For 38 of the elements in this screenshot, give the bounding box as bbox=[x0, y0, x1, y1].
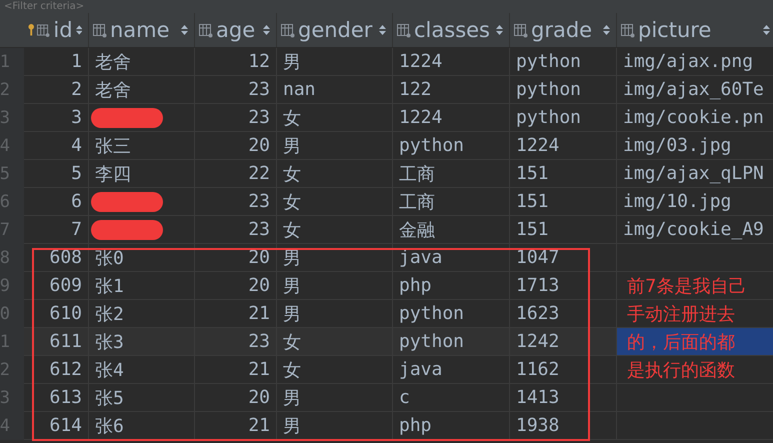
table-column-icon bbox=[199, 22, 213, 38]
table-column-icon bbox=[93, 22, 107, 38]
column-label: name bbox=[110, 18, 170, 42]
table-column-icon bbox=[514, 22, 528, 38]
table-cell: php bbox=[393, 412, 510, 440]
sort-icon[interactable] bbox=[76, 25, 82, 35]
column-label: classes bbox=[414, 18, 490, 42]
column-header[interactable]: classes bbox=[393, 13, 510, 47]
column-label: gender bbox=[298, 18, 372, 42]
column-header[interactable]: picture bbox=[617, 13, 773, 47]
table-cell: 男 bbox=[277, 412, 393, 440]
table-column-icon bbox=[621, 22, 635, 38]
column-header[interactable]: grade bbox=[510, 13, 617, 47]
column-label: age bbox=[216, 18, 256, 42]
table-cell: 张6 bbox=[89, 412, 195, 440]
annotation-note: 的，后面的都 bbox=[626, 330, 735, 354]
table-column-icon bbox=[37, 22, 50, 38]
sort-icon[interactable] bbox=[763, 25, 770, 35]
table-cell: 614 bbox=[24, 412, 89, 440]
sort-icon[interactable] bbox=[263, 25, 270, 35]
column-header[interactable]: id bbox=[24, 13, 89, 47]
sort-icon[interactable] bbox=[496, 25, 503, 35]
column-label: grade bbox=[531, 18, 592, 42]
table-cell: 1938 bbox=[510, 412, 617, 440]
sort-icon[interactable] bbox=[181, 25, 188, 35]
sort-icon[interactable] bbox=[379, 25, 386, 35]
table-column-icon bbox=[397, 22, 411, 38]
column-header[interactable]: age bbox=[195, 13, 277, 47]
column-label: picture bbox=[638, 18, 712, 42]
table-cell: 21 bbox=[195, 412, 277, 440]
table-column-icon bbox=[281, 22, 295, 38]
sort-icon[interactable] bbox=[603, 25, 610, 35]
column-header[interactable]: gender bbox=[277, 13, 393, 47]
column-label: id bbox=[53, 18, 73, 42]
annotation-note: 手动注册进去 bbox=[626, 302, 735, 326]
annotation-note: 是执行的函数 bbox=[626, 358, 735, 382]
annotation-note: 前7条是我自己 bbox=[626, 274, 746, 298]
column-header[interactable]: name bbox=[89, 13, 195, 47]
